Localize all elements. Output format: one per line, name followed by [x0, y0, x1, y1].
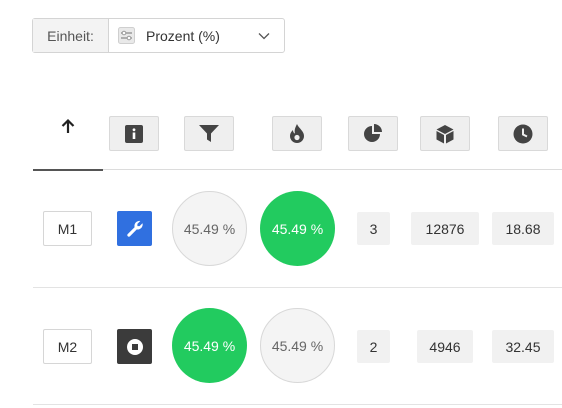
column-clock-button[interactable]: [498, 116, 548, 151]
stop-icon: [126, 338, 143, 355]
wrench-icon: [126, 220, 143, 237]
pie-value: 3: [357, 212, 390, 245]
row-divider: [33, 287, 562, 288]
flame-value-circle: 45.49 %: [260, 308, 335, 383]
sort-active-indicator: [33, 169, 103, 171]
info-icon: [125, 124, 143, 143]
clock-value: 18.68: [492, 212, 554, 245]
flame-value-circle: 45.49 %: [260, 191, 335, 266]
column-filter-button[interactable]: [184, 116, 234, 151]
unit-dropdown[interactable]: Prozent (%): [109, 19, 284, 52]
header-divider: [103, 169, 562, 170]
column-flame-button[interactable]: [272, 116, 322, 151]
unit-selected-value: Prozent (%): [146, 27, 220, 44]
sliders-icon: [118, 27, 135, 44]
flame-icon: [290, 124, 304, 143]
cube-value: 12876: [411, 212, 479, 245]
column-pie-button[interactable]: [348, 116, 398, 151]
cube-value: 4946: [417, 330, 473, 363]
chevron-down-icon: [258, 32, 270, 39]
machine-name[interactable]: M2: [43, 329, 92, 364]
cube-icon: [436, 124, 454, 143]
pie-chart-icon: [364, 123, 382, 142]
row-divider: [33, 404, 562, 405]
clock-icon: [513, 124, 533, 143]
filter-icon: [199, 124, 219, 142]
machine-name[interactable]: M1: [43, 211, 92, 246]
filter-value-circle: 45.49 %: [172, 191, 247, 266]
status-button[interactable]: [117, 211, 152, 246]
column-info-button[interactable]: [109, 116, 159, 151]
sort-button[interactable]: [33, 108, 103, 144]
status-button[interactable]: [117, 329, 152, 364]
column-cube-button[interactable]: [420, 116, 470, 151]
unit-label: Einheit:: [33, 19, 109, 52]
clock-value: 32.45: [492, 330, 554, 363]
unit-selector: Einheit: Prozent (%): [32, 18, 285, 53]
pie-value: 2: [357, 330, 390, 363]
arrow-up-icon: [61, 118, 75, 133]
filter-value-circle: 45.49 %: [172, 308, 247, 383]
